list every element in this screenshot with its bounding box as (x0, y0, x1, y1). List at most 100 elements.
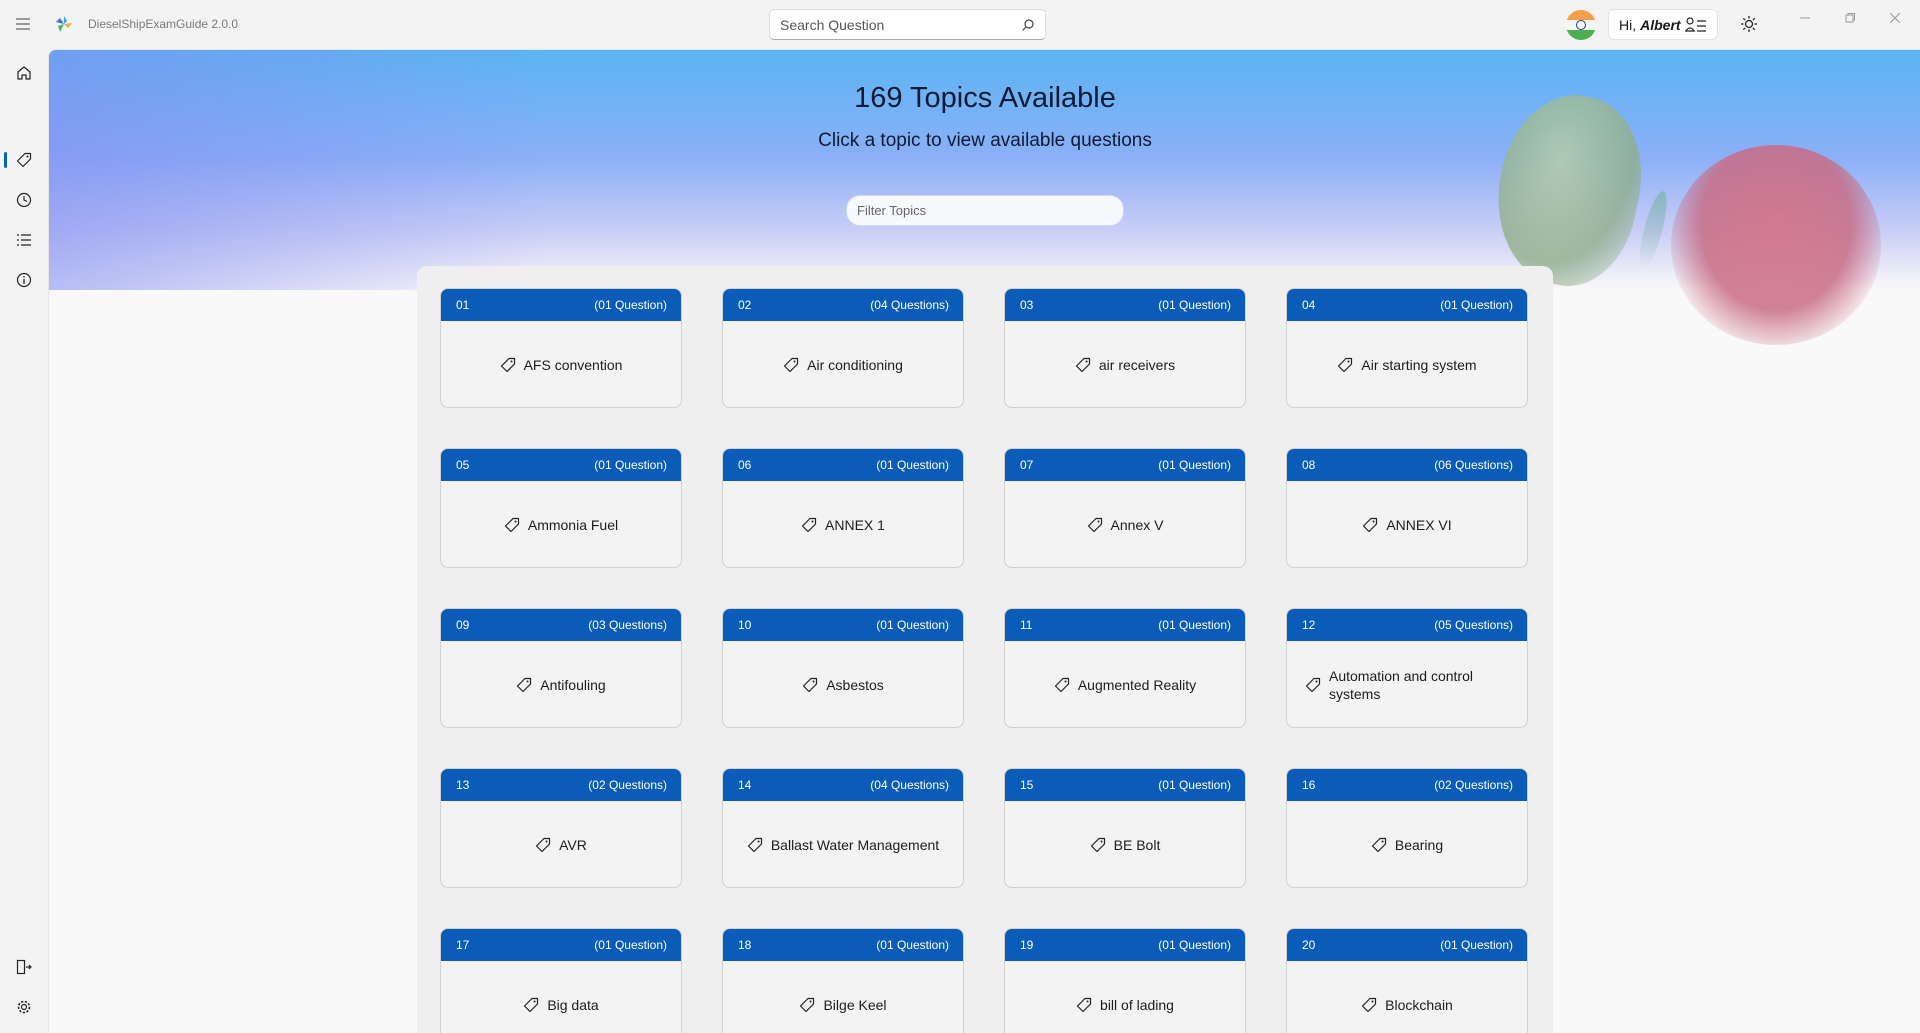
topic-card-body: Ammonia Fuel (441, 481, 681, 567)
topic-card-body: Bearing (1287, 801, 1527, 887)
topic-card[interactable]: 20 (01 Question) Blockchain (1286, 928, 1528, 1033)
topic-question-count: (01 Question) (876, 458, 949, 472)
title-bar: DieselShipExamGuide 2.0.0 Hi, Albert (0, 0, 1920, 49)
topic-name: Ammonia Fuel (527, 517, 619, 533)
topic-question-count: (04 Questions) (870, 298, 949, 312)
tag-icon (517, 677, 532, 693)
topic-card[interactable]: 16 (02 Questions) Bearing (1286, 768, 1528, 888)
tag-icon (1076, 997, 1092, 1013)
decorative-red-blob (1671, 145, 1881, 345)
topic-card[interactable]: 04 (01 Question) Air starting system (1286, 288, 1528, 408)
topic-question-count: (01 Question) (594, 938, 667, 952)
topic-card-body: Ballast Water Management (723, 801, 963, 887)
topic-number: 10 (738, 618, 752, 632)
page-subtitle: Click a topic to view available question… (818, 130, 1152, 151)
minimize-button[interactable] (1790, 8, 1820, 28)
topic-card[interactable]: 11 (01 Question) Augmented Reality (1004, 608, 1246, 728)
navigation-rail (0, 49, 48, 1033)
nav-info[interactable] (12, 268, 36, 292)
hero-banner: 169 Topics Available Click a topic to vi… (49, 50, 1920, 345)
topic-name: Ballast Water Management (770, 837, 940, 853)
topic-card-body: Air starting system (1287, 321, 1527, 407)
nav-home[interactable] (12, 61, 36, 85)
topic-card-body: Blockchain (1287, 961, 1527, 1033)
user-list-icon (1684, 16, 1706, 32)
flag-emblem-icon (1576, 20, 1586, 30)
nav-list[interactable] (12, 228, 36, 252)
topic-card[interactable]: 19 (01 Question) bill of lading (1004, 928, 1246, 1033)
search-question-input[interactable] (780, 16, 1021, 33)
topic-number: 01 (456, 298, 470, 312)
topic-name: Antifouling (540, 677, 606, 693)
search-icon[interactable] (1021, 18, 1035, 32)
topic-card[interactable]: 07 (01 Question) Annex V (1004, 448, 1246, 568)
nav-sign-out[interactable] (12, 955, 36, 979)
tag-icon (784, 357, 799, 373)
topic-name: AVR (559, 837, 587, 853)
topic-question-count: (04 Questions) (870, 778, 949, 792)
filter-topics-box[interactable] (846, 195, 1124, 226)
topic-number: 02 (738, 298, 752, 312)
topic-name: Augmented Reality (1077, 677, 1197, 693)
tag-icon (801, 517, 817, 533)
history-icon (16, 192, 32, 208)
user-account-button[interactable]: Hi, Albert (1608, 9, 1718, 40)
topic-card-body: bill of lading (1005, 961, 1245, 1033)
topic-card[interactable]: 06 (01 Question) ANNEX 1 (722, 448, 964, 568)
topic-card-header: 10 (01 Question) (723, 609, 963, 641)
topic-card-header: 05 (01 Question) (441, 449, 681, 481)
close-icon (1890, 13, 1900, 23)
hamburger-menu-icon[interactable] (14, 15, 32, 33)
topic-card[interactable]: 03 (01 Question) air receivers (1004, 288, 1246, 408)
maximize-button[interactable] (1835, 8, 1865, 28)
topic-card-header: 14 (04 Questions) (723, 769, 963, 801)
topic-question-count: (01 Question) (1158, 778, 1231, 792)
page-title: 169 Topics Available (854, 82, 1116, 114)
topic-card[interactable]: 17 (01 Question) Big data (440, 928, 682, 1033)
topic-name: Blockchain (1385, 997, 1453, 1013)
topic-card-body: Augmented Reality (1005, 641, 1245, 727)
topic-card[interactable]: 15 (01 Question) BE Bolt (1004, 768, 1246, 888)
tag-icon (1087, 517, 1102, 533)
topic-card[interactable]: 02 (04 Questions) Air conditioning (722, 288, 964, 408)
topic-name: Bearing (1394, 837, 1444, 853)
nav-history[interactable] (12, 188, 36, 212)
tag-icon (747, 837, 762, 853)
tag-icon (1305, 677, 1321, 693)
nav-topics[interactable] (12, 148, 36, 172)
topic-name: bill of lading (1100, 997, 1174, 1013)
nav-settings[interactable] (12, 995, 36, 1019)
topic-card[interactable]: 08 (06 Questions) ANNEX VI (1286, 448, 1528, 568)
topic-number: 04 (1302, 298, 1316, 312)
topic-card-header: 19 (01 Question) (1005, 929, 1245, 961)
search-question-box[interactable] (769, 9, 1046, 40)
topic-card[interactable]: 01 (01 Question) AFS convention (440, 288, 682, 408)
topic-card-body: Annex V (1005, 481, 1245, 567)
topic-question-count: (01 Question) (594, 458, 667, 472)
topic-question-count: (01 Question) (1158, 298, 1231, 312)
topic-card[interactable]: 18 (01 Question) Bilge Keel (722, 928, 964, 1033)
tag-icon (500, 357, 515, 373)
filter-topics-input[interactable] (857, 203, 1113, 218)
topic-name: Asbestos (826, 677, 884, 693)
topic-card[interactable]: 10 (01 Question) Asbestos (722, 608, 964, 728)
topic-card-header: 06 (01 Question) (723, 449, 963, 481)
topic-card-header: 15 (01 Question) (1005, 769, 1245, 801)
topic-number: 14 (738, 778, 752, 792)
topic-card[interactable]: 14 (04 Questions) Ballast Water Management (722, 768, 964, 888)
topic-card[interactable]: 05 (01 Question) Ammonia Fuel (440, 448, 682, 568)
topic-card[interactable]: 12 (05 Questions) Automation and control s… (1286, 608, 1528, 728)
minimize-icon (1800, 17, 1810, 19)
theme-toggle-icon[interactable] (1740, 15, 1758, 33)
topic-card[interactable]: 13 (02 Questions) AVR (440, 768, 682, 888)
topic-card[interactable]: 09 (03 Questions) Antifouling (440, 608, 682, 728)
close-button[interactable] (1880, 8, 1910, 28)
topic-card-header: 18 (01 Question) (723, 929, 963, 961)
decorative-leaf (1633, 189, 1673, 271)
sign-out-icon (16, 959, 32, 975)
topic-card-body: air receivers (1005, 321, 1245, 407)
topic-number: 16 (1302, 778, 1316, 792)
topic-number: 12 (1302, 618, 1316, 632)
avatar[interactable] (1566, 10, 1596, 40)
user-name: Albert (1640, 16, 1681, 33)
